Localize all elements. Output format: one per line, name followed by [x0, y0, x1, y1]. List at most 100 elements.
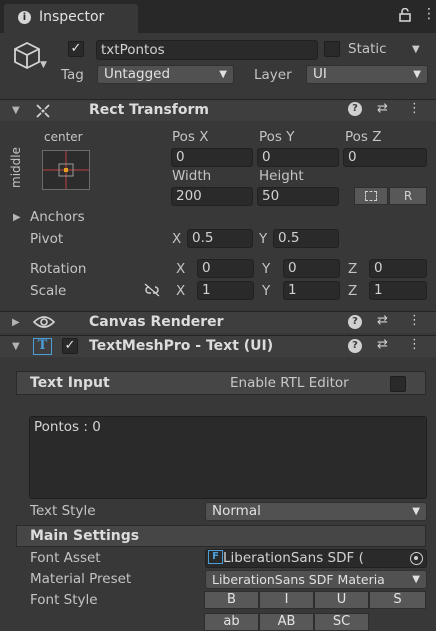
rtl-editor-checkbox[interactable] [390, 376, 406, 392]
pivot-y-field[interactable]: 0.5 [273, 229, 339, 248]
textmeshpro-header[interactable]: ▼ T ✓ TextMeshPro - Text (UI) ? ⇄ ⋮ [0, 335, 436, 357]
anchor-presets-button[interactable] [42, 150, 90, 190]
pos-z-label: Pos Z [345, 129, 382, 145]
icon-dropdown-arrow[interactable]: ▼ [40, 60, 47, 70]
static-label: Static [348, 41, 387, 57]
anchor-v-label: middle [9, 147, 23, 188]
anchors-foldout-icon[interactable]: ▶ [13, 212, 21, 223]
object-name-field[interactable]: txtPontos [96, 40, 318, 60]
tag-dropdown[interactable]: Untagged ▼ [97, 65, 234, 84]
rotation-label: Rotation [30, 261, 87, 277]
anchors-label[interactable]: Anchors [30, 209, 85, 225]
tag-label: Tag [61, 67, 84, 83]
font-style-uppercase-button[interactable]: AB [259, 613, 314, 631]
text-input-area[interactable]: Pontos : 0 [29, 416, 427, 499]
font-asset-field[interactable]: F LiberationSans SDF ( [205, 549, 427, 568]
scale-x-field[interactable]: 1 [197, 281, 254, 300]
height-field[interactable]: 50 [257, 187, 339, 206]
text-style-dropdown[interactable]: Normal ▼ [205, 502, 427, 521]
help-icon[interactable]: ? [348, 315, 362, 329]
pivot-label: Pivot [30, 231, 64, 247]
pos-x-label: Pos X [172, 129, 209, 145]
anchor-h-label: center [44, 130, 83, 144]
material-preset-dropdown[interactable]: LiberationSans SDF Materia ▼ [205, 570, 427, 589]
presets-icon[interactable]: ⇄ [377, 337, 388, 352]
constrain-proportions-icon[interactable] [143, 283, 161, 301]
main-settings-label: Main Settings [30, 528, 140, 544]
object-picker-icon[interactable] [410, 552, 423, 565]
textmeshpro-icon: T [33, 338, 52, 355]
layer-value: UI [313, 66, 327, 82]
canvas-renderer-header[interactable]: ▶ Canvas Renderer ? ⇄ ⋮ [0, 311, 436, 333]
foldout-arrow-icon[interactable]: ▼ [12, 341, 20, 352]
eye-icon [32, 315, 56, 333]
static-checkbox[interactable] [324, 41, 340, 57]
blueprint-mode-button[interactable] [354, 187, 388, 205]
rotation-x-label: X [176, 261, 186, 277]
pos-y-label: Pos Y [259, 129, 295, 145]
chevron-down-icon: ▼ [413, 69, 421, 80]
tag-value: Untagged [104, 66, 171, 82]
rect-transform-header[interactable]: ▼ Rect Transform ? ⇄ ⋮ [0, 99, 436, 121]
font-style-label: Font Style [30, 592, 98, 608]
info-icon: i [18, 11, 31, 24]
scale-z-label: Z [348, 283, 358, 299]
rect-transform-title: Rect Transform [89, 102, 210, 118]
active-checkbox[interactable]: ✓ [68, 41, 84, 57]
text-style-label: Text Style [30, 503, 96, 519]
presets-icon[interactable]: ⇄ [377, 313, 388, 328]
scale-y-label: Y [262, 283, 271, 299]
layer-label: Layer [254, 67, 292, 83]
rect-transform-icon [35, 103, 51, 123]
scale-y-field[interactable]: 1 [283, 281, 340, 300]
font-style-smallcaps-button[interactable]: SC [314, 613, 369, 631]
chevron-down-icon: ▼ [412, 506, 420, 517]
more-menu-icon[interactable]: ⋮ [422, 6, 436, 22]
chevron-down-icon: ▼ [412, 574, 420, 585]
scale-x-label: X [176, 283, 186, 299]
rotation-z-field[interactable]: 0 [369, 259, 427, 278]
textmeshpro-title: TextMeshPro - Text (UI) [89, 338, 274, 354]
context-menu-icon[interactable]: ⋮ [408, 337, 421, 352]
width-label: Width [172, 168, 212, 184]
material-preset-label: Material Preset [30, 571, 132, 587]
pos-x-field[interactable]: 0 [171, 148, 253, 167]
width-field[interactable]: 200 [171, 187, 253, 206]
text-style-value: Normal [212, 503, 261, 519]
pos-y-field[interactable]: 0 [257, 148, 339, 167]
component-enabled-checkbox[interactable]: ✓ [62, 338, 78, 354]
rotation-x-field[interactable]: 0 [197, 259, 254, 278]
chevron-down-icon: ▼ [219, 69, 227, 80]
font-style-bold-button[interactable]: B [204, 591, 259, 609]
rtl-editor-label: Enable RTL Editor [230, 375, 349, 391]
scale-label: Scale [30, 283, 67, 299]
help-icon[interactable]: ? [348, 339, 362, 353]
static-dropdown-arrow[interactable]: ▼ [412, 44, 420, 55]
scale-z-field[interactable]: 1 [369, 281, 427, 300]
font-asset-value: LiberationSans SDF ( [223, 550, 364, 566]
text-input-section: Text Input Enable RTL Editor [16, 371, 426, 395]
font-style-strikethrough-button[interactable]: S [369, 591, 426, 609]
layer-dropdown[interactable]: UI ▼ [306, 65, 428, 84]
font-style-underline-button[interactable]: U [314, 591, 369, 609]
pivot-x-field[interactable]: 0.5 [187, 229, 253, 248]
rotation-y-label: Y [262, 261, 271, 277]
text-input-label: Text Input [30, 375, 110, 391]
foldout-arrow-icon[interactable]: ▶ [12, 317, 20, 328]
rotation-y-field[interactable]: 0 [283, 259, 340, 278]
presets-icon[interactable]: ⇄ [377, 101, 388, 116]
pos-z-field[interactable]: 0 [343, 148, 427, 167]
font-asset-icon: F [208, 550, 223, 564]
font-style-lowercase-button[interactable]: ab [204, 613, 259, 631]
raw-edit-button[interactable]: R [389, 187, 427, 205]
tab-inspector[interactable]: i Inspector [4, 4, 138, 33]
context-menu-icon[interactable]: ⋮ [408, 101, 421, 116]
font-style-italic-button[interactable]: I [259, 591, 314, 609]
height-label: Height [259, 168, 304, 184]
help-icon[interactable]: ? [348, 102, 362, 116]
main-settings-section: Main Settings [16, 525, 426, 547]
lock-icon[interactable] [399, 7, 411, 22]
context-menu-icon[interactable]: ⋮ [408, 313, 421, 328]
rotation-z-label: Z [348, 261, 358, 277]
foldout-arrow-icon[interactable]: ▼ [12, 105, 20, 116]
